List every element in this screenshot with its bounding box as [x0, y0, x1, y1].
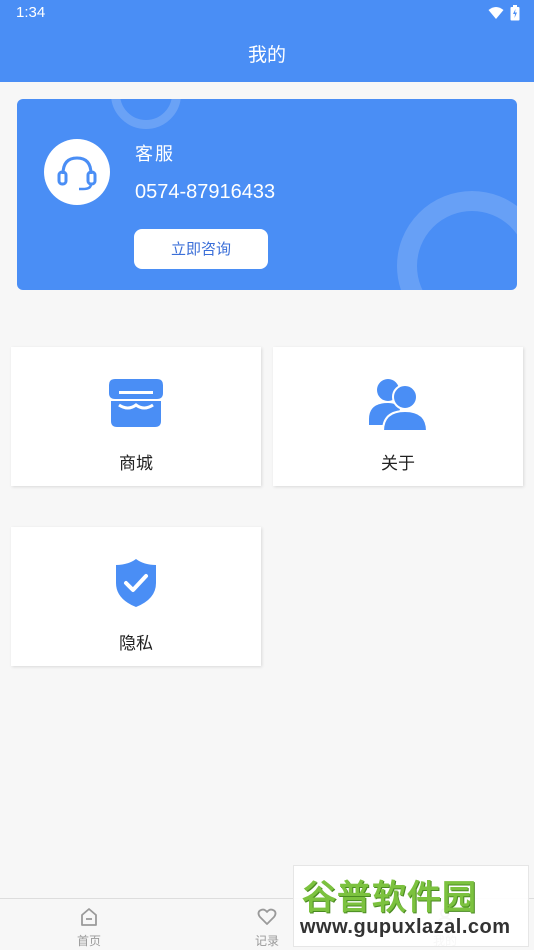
- status-bar: 1:34: [0, 0, 534, 28]
- service-avatar: [44, 139, 110, 205]
- home-icon: [81, 908, 97, 926]
- status-time: 1:34: [16, 4, 46, 21]
- watermark-url: www.gupuxlazal.com: [300, 916, 511, 938]
- app-bar: 我的: [0, 28, 534, 82]
- tile-label-about: 关于: [381, 454, 415, 474]
- shield-check-icon: [114, 557, 158, 613]
- page-title: 我的: [247, 44, 286, 66]
- tile-shop[interactable]: 商城: [11, 347, 261, 486]
- tile-label-privacy: 隐私: [119, 634, 153, 654]
- tile-label-shop: 商城: [119, 454, 153, 474]
- watermark: 谷普软件园 www.gupuxlazal.com: [293, 865, 529, 947]
- headset-icon: [57, 156, 97, 191]
- heart-icon: [257, 908, 277, 925]
- nav-item-home[interactable]: 首页: [44, 907, 134, 949]
- tile-about[interactable]: 关于: [273, 347, 523, 486]
- nav-label-home: 首页: [76, 934, 101, 948]
- decorative-ring: [111, 99, 181, 129]
- store-icon: [107, 377, 165, 433]
- customer-service-card: 客服 0574-87916433 立即咨询: [17, 99, 517, 290]
- service-phone: 0574-87916433: [135, 181, 276, 203]
- watermark-text: 谷普软件园: [302, 878, 477, 918]
- tile-privacy[interactable]: 隐私: [11, 527, 261, 666]
- wifi-icon: [488, 7, 504, 19]
- status-icons: [488, 5, 520, 21]
- decorative-ring: [397, 191, 517, 290]
- battery-icon: [510, 5, 520, 21]
- service-name: 客服: [135, 144, 175, 165]
- users-icon: [369, 377, 429, 437]
- consult-now-button[interactable]: 立即咨询: [134, 229, 268, 269]
